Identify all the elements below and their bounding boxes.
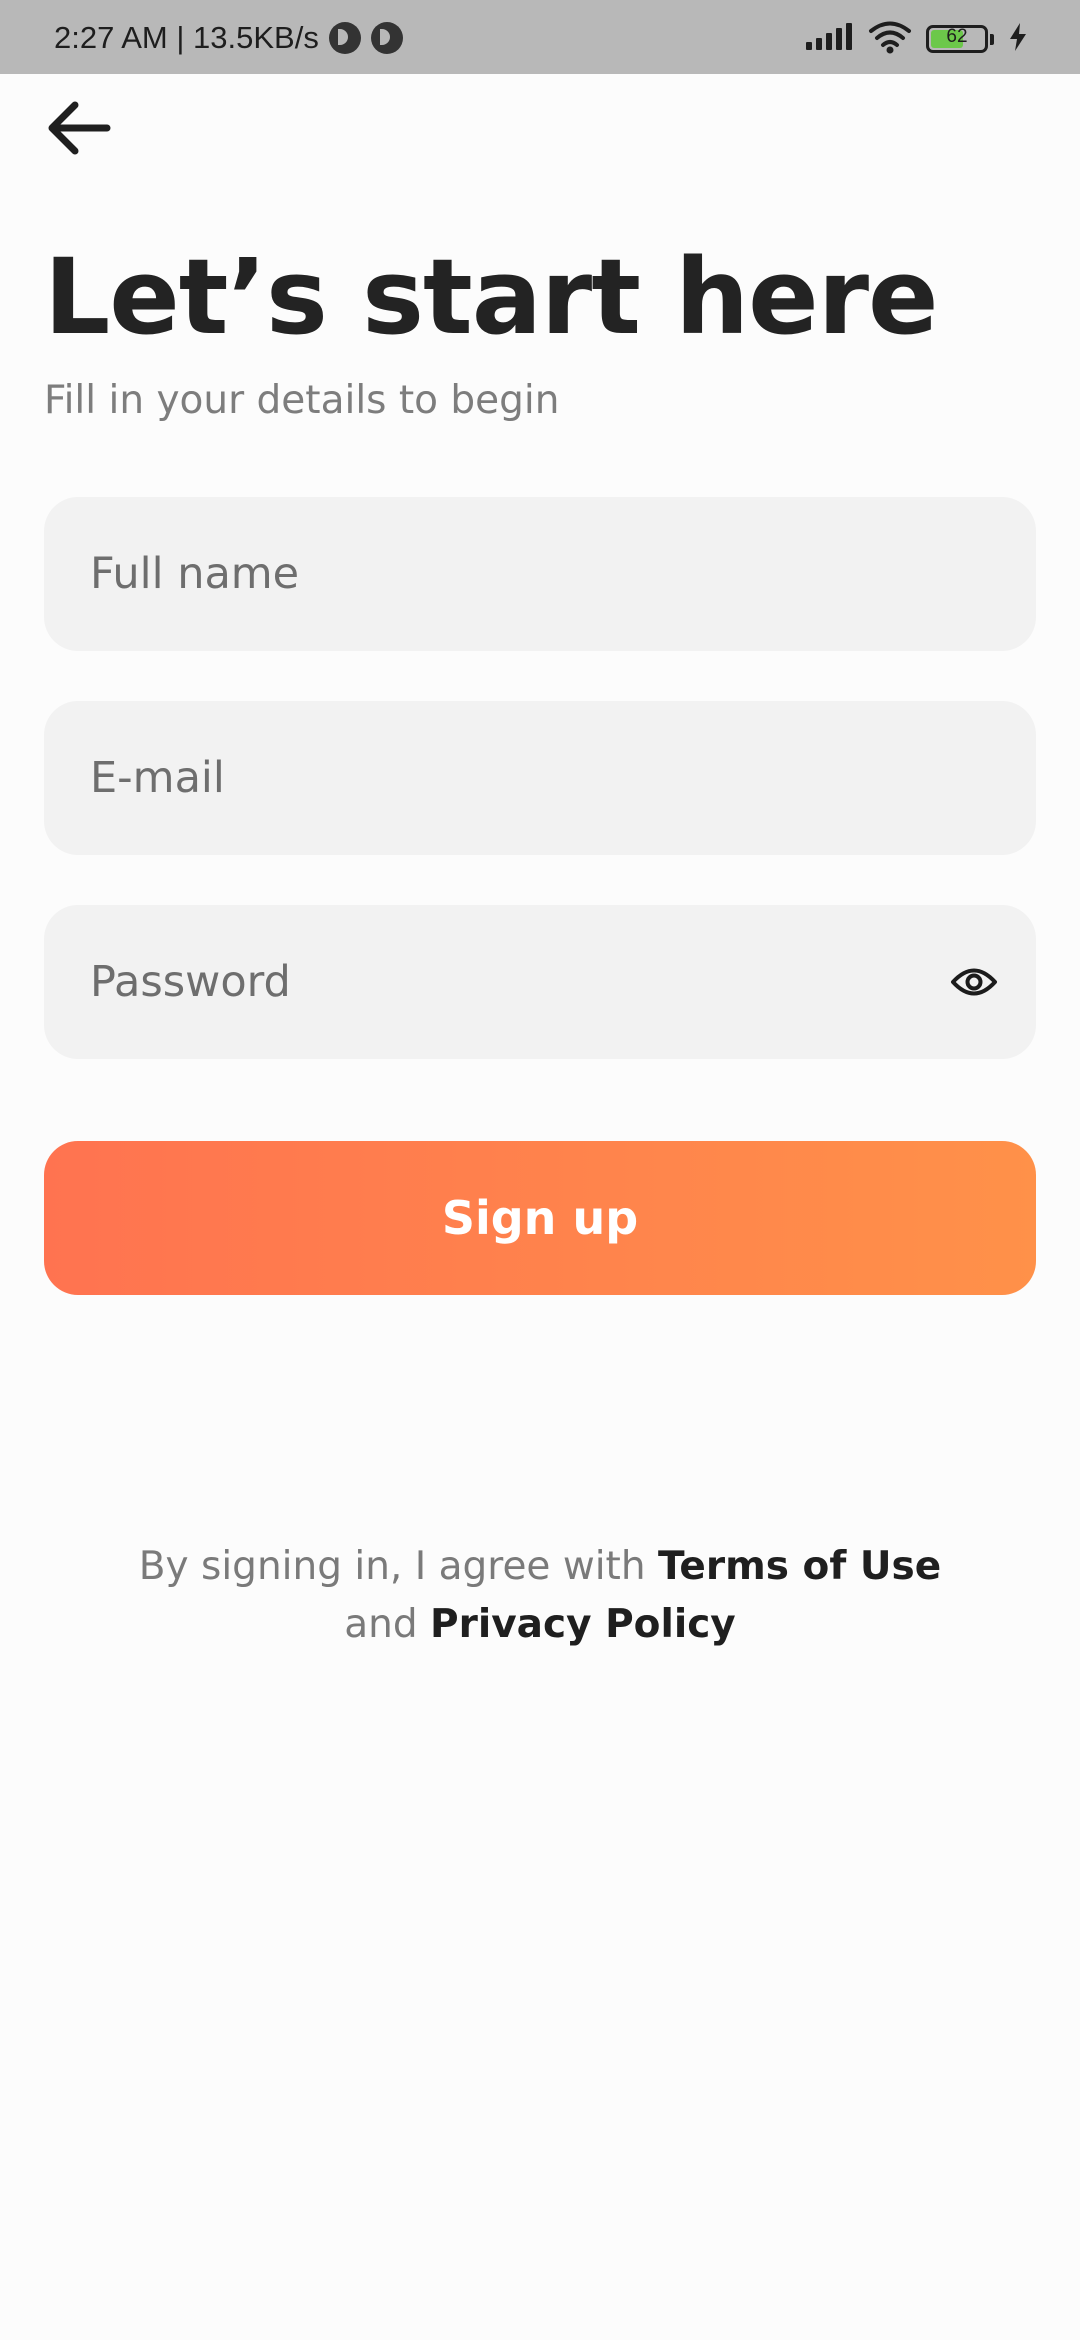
eye-icon[interactable] xyxy=(944,952,1004,1012)
app-notification-icon xyxy=(370,22,403,54)
sign-up-button[interactable]: Sign up xyxy=(44,1141,1036,1295)
legal-prefix: By signing in, I agree with xyxy=(138,1544,646,1589)
legal-notice: By signing in, I agree with Terms of Use… xyxy=(0,1538,1080,1654)
legal-line-1: By signing in, I agree with Terms of Use xyxy=(0,1538,1080,1596)
terms-of-use-link[interactable]: Terms of Use xyxy=(658,1544,941,1589)
status-bar: 2:27 AM | 13.5KB/s 62 xyxy=(0,0,1080,74)
battery-icon: 62 xyxy=(926,25,988,53)
full-name-field[interactable] xyxy=(44,497,1036,651)
battery-cap xyxy=(990,33,994,45)
legal-line-2: and Privacy Policy xyxy=(0,1596,1080,1654)
app-notification-icon xyxy=(328,22,361,54)
email-input[interactable] xyxy=(88,752,992,804)
status-bar-left: 2:27 AM | 13.5KB/s xyxy=(54,20,403,56)
full-name-input[interactable] xyxy=(88,548,992,600)
privacy-policy-link[interactable]: Privacy Policy xyxy=(430,1602,736,1647)
wifi-icon xyxy=(868,20,912,58)
email-field[interactable] xyxy=(44,701,1036,855)
status-bar-right: 62 xyxy=(804,20,1028,58)
page-title: Let’s start here xyxy=(44,236,939,358)
battery-level: 62 xyxy=(946,26,968,47)
status-time-speed: 2:27 AM | 13.5KB/s xyxy=(54,20,319,55)
back-button[interactable] xyxy=(40,92,116,168)
arrow-left-icon xyxy=(45,100,111,160)
password-field[interactable] xyxy=(44,905,1036,1059)
page-subtitle: Fill in your details to begin xyxy=(44,378,560,423)
password-input[interactable] xyxy=(88,956,944,1008)
signal-icon xyxy=(804,22,854,56)
legal-middle: and xyxy=(344,1602,418,1647)
charging-icon xyxy=(1008,22,1028,56)
